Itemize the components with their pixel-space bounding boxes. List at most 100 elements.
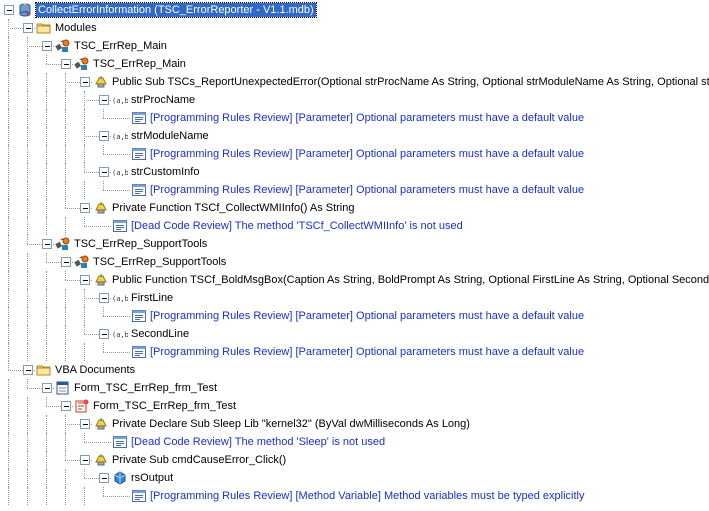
tree-guide-line xyxy=(84,307,85,325)
tree-guide-line xyxy=(8,487,9,505)
issue-icon xyxy=(131,488,147,504)
collapse-toggle-icon[interactable] xyxy=(99,329,109,339)
issue-icon xyxy=(112,434,128,450)
tree-connector-line xyxy=(84,226,111,227)
tree-node-folder[interactable]: Modules xyxy=(0,19,709,37)
tree-node-label: Modules xyxy=(55,22,97,34)
tree-guide-line xyxy=(8,235,9,253)
tree-guide-line xyxy=(27,253,28,271)
class-module-icon xyxy=(74,398,90,414)
tree-node-method[interactable]: Public Sub TSCs_ReportUnexpectedError(Op… xyxy=(0,73,709,91)
tree-node-parameter[interactable]: (a,b)SecondLine xyxy=(0,325,709,343)
tree-node-module[interactable]: TSC_ErrRep_Main xyxy=(0,55,709,73)
collapse-toggle-icon[interactable] xyxy=(99,473,109,483)
collapse-toggle-icon[interactable] xyxy=(23,23,33,33)
collapse-toggle-icon[interactable] xyxy=(23,365,33,375)
tree-node-label: Public Sub TSCs_ReportUnexpectedError(Op… xyxy=(112,76,709,88)
collapse-toggle-icon[interactable] xyxy=(80,275,90,285)
collapse-toggle-icon[interactable] xyxy=(80,77,90,87)
tree-node-issue[interactable]: [Programming Rules Review] [Method Varia… xyxy=(0,487,709,505)
tree-guide-line xyxy=(46,127,47,145)
tree-guide-line xyxy=(46,289,47,307)
tree-guide-line xyxy=(65,289,66,307)
issue-icon xyxy=(131,344,147,360)
tree-node-issue[interactable]: [Dead Code Review] The method 'TSCf_Coll… xyxy=(0,217,709,235)
parameter-icon: (a,b) xyxy=(112,92,133,108)
tree-guide-line xyxy=(65,343,66,361)
collapse-toggle-icon[interactable] xyxy=(99,131,109,141)
tree-guide-line xyxy=(65,325,66,343)
tree-node-module[interactable]: TSC_ErrRep_Main xyxy=(0,37,709,55)
tree-guide-line xyxy=(8,343,9,361)
tree-node-module[interactable]: TSC_ErrRep_SupportTools xyxy=(0,253,709,271)
tree-node-folder[interactable]: VBA Documents xyxy=(0,361,709,379)
module-icon xyxy=(55,236,71,252)
tree-node-parameter[interactable]: (a,b)strProcName xyxy=(0,91,709,109)
issue-icon xyxy=(131,110,147,126)
tree-guide-line xyxy=(8,361,9,370)
tree-node-variable[interactable]: rsOutput xyxy=(0,469,709,487)
tree-node-module[interactable]: TSC_ErrRep_SupportTools xyxy=(0,235,709,253)
tree-node-issue[interactable]: [Programming Rules Review] [Parameter] O… xyxy=(0,181,709,199)
tree-node-parameter[interactable]: (a,b)strModuleName xyxy=(0,127,709,145)
tree-node-label: [Programming Rules Review] [Parameter] O… xyxy=(150,112,585,124)
tree-guide-line xyxy=(8,433,9,451)
collapse-toggle-icon[interactable] xyxy=(99,293,109,303)
tree-guide-line xyxy=(8,469,9,487)
parameter-icon: (a,b) xyxy=(112,326,133,342)
tree-guide-line xyxy=(103,145,104,154)
tree-guide-line xyxy=(46,451,47,469)
tree-node-parameter[interactable]: (a,b)strCustomInfo xyxy=(0,163,709,181)
tree-node-issue[interactable]: [Dead Code Review] The method 'Sleep' is… xyxy=(0,433,709,451)
tree-guide-line xyxy=(8,73,9,91)
tree-guide-line xyxy=(65,91,66,109)
tree-guide-line xyxy=(8,217,9,235)
tree-guide-line xyxy=(65,469,66,487)
tree-node-method[interactable]: Private Sub cmdCauseError_Click() xyxy=(0,451,709,469)
tree-node-issue[interactable]: [Programming Rules Review] [Parameter] O… xyxy=(0,343,709,361)
method-icon xyxy=(93,416,109,432)
tree-guide-line xyxy=(46,325,47,343)
parameter-icon: (a,b) xyxy=(112,128,133,144)
collapse-toggle-icon[interactable] xyxy=(42,239,52,249)
collapse-toggle-icon[interactable] xyxy=(61,59,71,69)
tree-node-label: Private Declare Sub Sleep Lib "kernel32"… xyxy=(112,418,470,430)
collapse-toggle-icon[interactable] xyxy=(80,419,90,429)
tree-guide-line xyxy=(27,181,28,199)
tree-node-root[interactable]: CollectErrorInformation (TSC_ErrorReport… xyxy=(0,1,709,19)
collapse-toggle-icon[interactable] xyxy=(61,257,71,267)
tree-node-issue[interactable]: [Programming Rules Review] [Parameter] O… xyxy=(0,145,709,163)
tree-guide-line xyxy=(84,343,85,361)
tree-node-issue[interactable]: [Programming Rules Review] [Parameter] O… xyxy=(0,307,709,325)
module-icon xyxy=(74,56,90,72)
tree-guide-line xyxy=(65,451,66,460)
collapse-toggle-icon[interactable] xyxy=(99,167,109,177)
collapse-toggle-icon[interactable] xyxy=(42,41,52,51)
issue-icon xyxy=(112,218,128,234)
collapse-toggle-icon[interactable] xyxy=(80,203,90,213)
collapse-toggle-icon[interactable] xyxy=(4,5,14,15)
tree-node-issue[interactable]: [Programming Rules Review] [Parameter] O… xyxy=(0,109,709,127)
tree-guide-line xyxy=(27,343,28,361)
tree-node-parameter[interactable]: (a,b)FirstLine xyxy=(0,289,709,307)
tree-guide-line xyxy=(65,145,66,163)
tree-guide-line xyxy=(84,145,85,163)
tree-node-form[interactable]: Form_TSC_ErrRep_frm_Test xyxy=(0,379,709,397)
tree-guide-line xyxy=(46,343,47,361)
collapse-toggle-icon[interactable] xyxy=(42,383,52,393)
tree-node-method[interactable]: Public Function TSCf_BoldMsgBox(Caption … xyxy=(0,271,709,289)
folder-icon xyxy=(36,20,52,36)
collapse-toggle-icon[interactable] xyxy=(99,95,109,105)
tree-node-module[interactable]: Form_TSC_ErrRep_frm_Test xyxy=(0,397,709,415)
tree-guide-line xyxy=(8,163,9,181)
tree-node-method[interactable]: Private Declare Sub Sleep Lib "kernel32"… xyxy=(0,415,709,433)
results-tree[interactable]: CollectErrorInformation (TSC_ErrorReport… xyxy=(0,0,709,511)
collapse-toggle-icon[interactable] xyxy=(80,455,90,465)
tree-guide-line xyxy=(84,325,85,334)
tree-guide-line xyxy=(27,451,28,469)
collapse-toggle-icon[interactable] xyxy=(61,401,71,411)
tree-node-label: Form_TSC_ErrRep_frm_Test xyxy=(93,400,237,412)
tree-connector-line xyxy=(103,154,130,155)
tree-node-label: [Programming Rules Review] [Parameter] O… xyxy=(150,310,585,322)
tree-node-method[interactable]: Private Function TSCf_CollectWMIInfo() A… xyxy=(0,199,709,217)
